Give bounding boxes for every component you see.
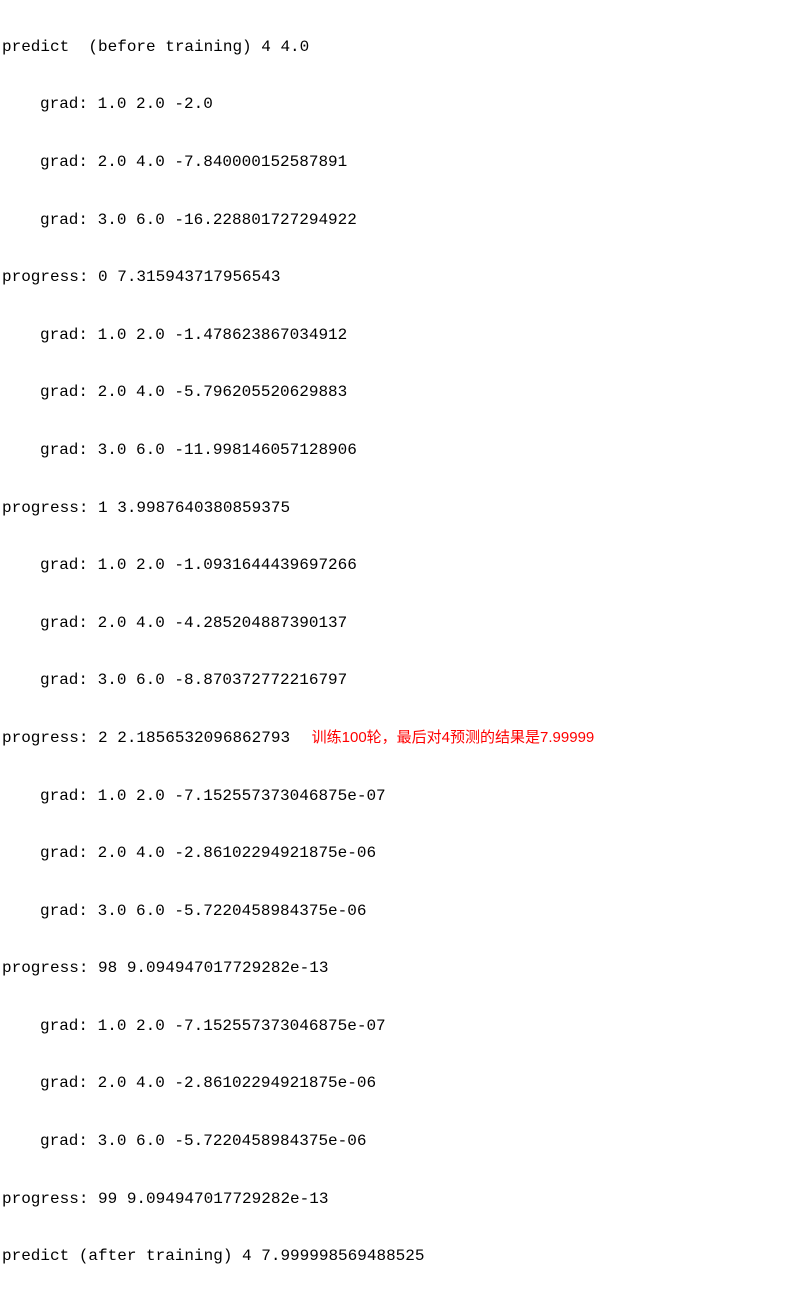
grad-line: grad: 2.0 4.0 -5.796205520629883 (2, 378, 790, 407)
progress-line: progress: 99 9.094947017729282e-13 (2, 1185, 790, 1214)
grad-line: grad: 3.0 6.0 -5.7220458984375e-06 (2, 1127, 790, 1156)
progress-line: progress: 98 9.094947017729282e-13 (2, 954, 790, 983)
progress-line: progress: 1 3.9987640380859375 (2, 494, 790, 523)
annotation-text: 训练100轮，最后对4预测的结果是7.99999 (312, 729, 595, 746)
grad-line: grad: 3.0 6.0 -5.7220458984375e-06 (2, 897, 790, 926)
grad-line: grad: 2.0 4.0 -2.86102294921875e-06 (2, 1069, 790, 1098)
grad-line: grad: 2.0 4.0 -4.285204887390137 (2, 609, 790, 638)
grad-line: grad: 1.0 2.0 -7.152557373046875e-07 (2, 782, 790, 811)
progress-line: progress: 0 7.315943717956543 (2, 263, 790, 292)
console-output: predict (before training) 4 4.0 grad: 1.… (0, 0, 792, 1304)
progress-text: progress: 2 2.1856532096862793 (2, 729, 290, 747)
grad-line: grad: 1.0 2.0 -7.152557373046875e-07 (2, 1012, 790, 1041)
grad-line: grad: 2.0 4.0 -2.86102294921875e-06 (2, 839, 790, 868)
grad-line: grad: 2.0 4.0 -7.840000152587891 (2, 148, 790, 177)
predict-after-line: predict (after training) 4 7.99999856948… (2, 1242, 790, 1271)
grad-line: grad: 3.0 6.0 -16.228801727294922 (2, 206, 790, 235)
grad-line: grad: 3.0 6.0 -11.998146057128906 (2, 436, 790, 465)
grad-line: grad: 1.0 2.0 -1.478623867034912 (2, 321, 790, 350)
grad-line: grad: 1.0 2.0 -2.0 (2, 90, 790, 119)
progress-line-with-annotation: progress: 2 2.1856532096862793 训练100轮，最后… (2, 724, 790, 753)
predict-before-line: predict (before training) 4 4.0 (2, 33, 790, 62)
grad-line: grad: 1.0 2.0 -1.0931644439697266 (2, 551, 790, 580)
grad-line: grad: 3.0 6.0 -8.870372772216797 (2, 666, 790, 695)
